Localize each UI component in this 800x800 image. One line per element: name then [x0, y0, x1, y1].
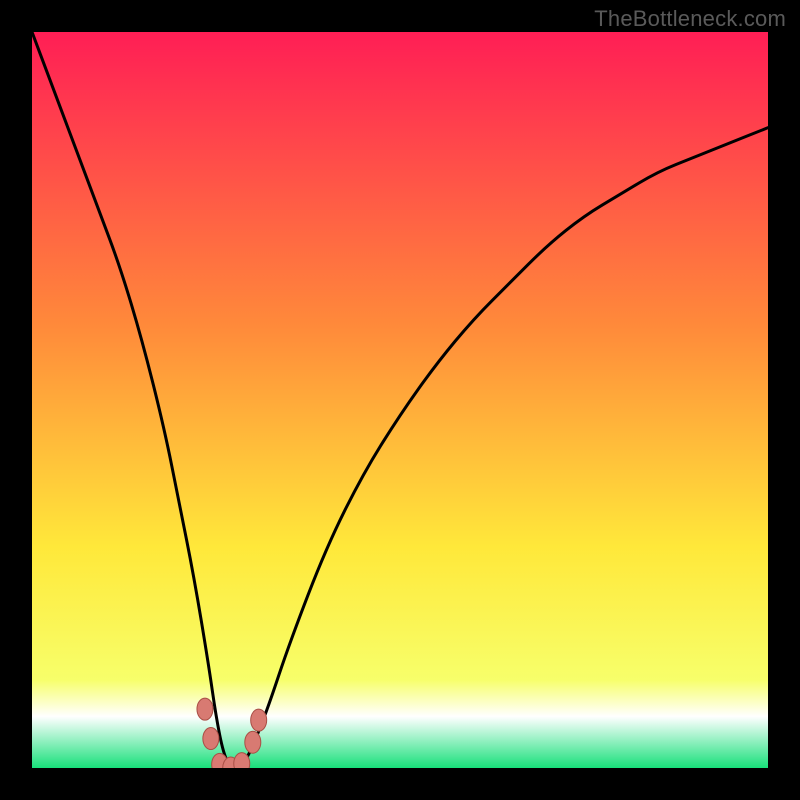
chart-frame: { "watermark": "TheBottleneck.com", "col…: [0, 0, 800, 800]
curve-marker: [197, 698, 213, 720]
curve-marker: [203, 728, 219, 750]
watermark-text: TheBottleneck.com: [594, 6, 786, 32]
curve-marker: [245, 731, 261, 753]
gradient-background: [32, 32, 768, 768]
curve-marker: [251, 709, 267, 731]
bottleneck-chart: [32, 32, 768, 768]
